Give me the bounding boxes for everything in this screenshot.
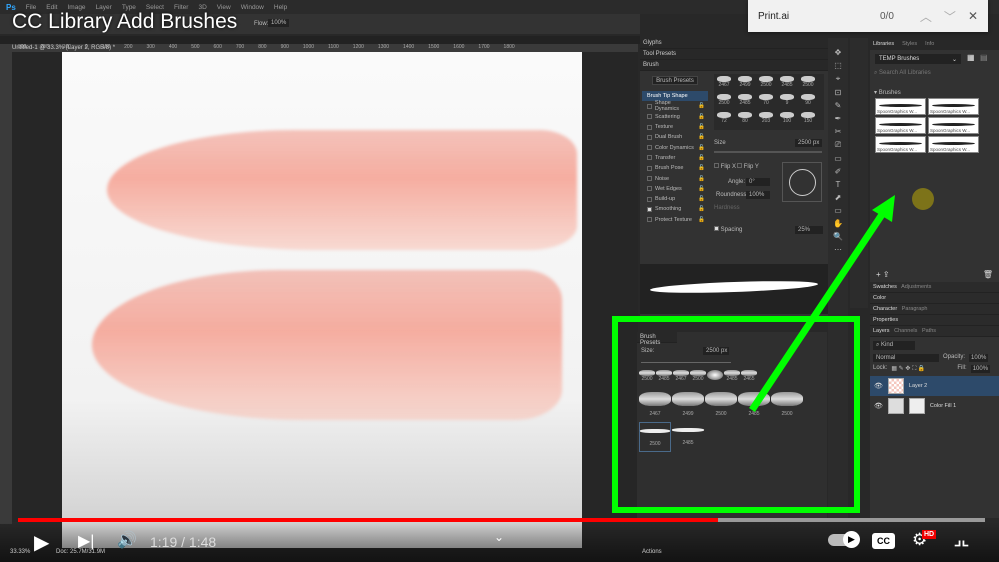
- captions-button[interactable]: CC: [872, 533, 895, 549]
- document-tab-label: Untitled-1 @ 33.3% (Layer 2, RGB/8) *: [0, 45, 115, 51]
- hd-badge: HD: [922, 530, 936, 539]
- actions-tab[interactable]: Actions: [642, 549, 662, 555]
- video-time: 1:19 / 1:48: [150, 534, 216, 550]
- arrow-shaft: [752, 210, 885, 410]
- find-input[interactable]: Print.ai: [758, 11, 880, 22]
- find-bar: Print.ai 0/0 ︿ ﹀ ✕: [748, 0, 988, 32]
- cursor-highlight: [912, 188, 934, 210]
- document-tab[interactable]: Untitled-1 @ 33.3% (Layer 2, RGB/8) *: [0, 36, 640, 44]
- next-icon[interactable]: ▶|: [78, 531, 94, 551]
- close-icon[interactable]: ✕: [968, 9, 978, 23]
- video-title[interactable]: CC Library Add Brushes: [12, 10, 237, 34]
- video-controls: ▶ ▶| 🔊 1:19 / 1:48 ⌄ ▶ CC ⚙ HD ⌟⌞: [0, 522, 999, 562]
- zoom-status: 33.33%: [10, 549, 30, 555]
- find-count: 0/0: [880, 11, 894, 22]
- exit-fullscreen-icon[interactable]: ⌟⌞: [954, 530, 969, 550]
- autoplay-toggle[interactable]: ▶: [828, 534, 858, 546]
- find-next-icon[interactable]: ﹀: [944, 8, 956, 25]
- green-arrow: [0, 0, 999, 562]
- find-prev-icon[interactable]: ︿: [920, 8, 932, 25]
- volume-icon[interactable]: 🔊: [117, 530, 137, 550]
- doc-status: Doc: 25.7M/31.9M: [56, 549, 105, 555]
- play-icon[interactable]: ▶: [34, 530, 49, 555]
- chevron-down-icon[interactable]: ⌄: [494, 530, 504, 544]
